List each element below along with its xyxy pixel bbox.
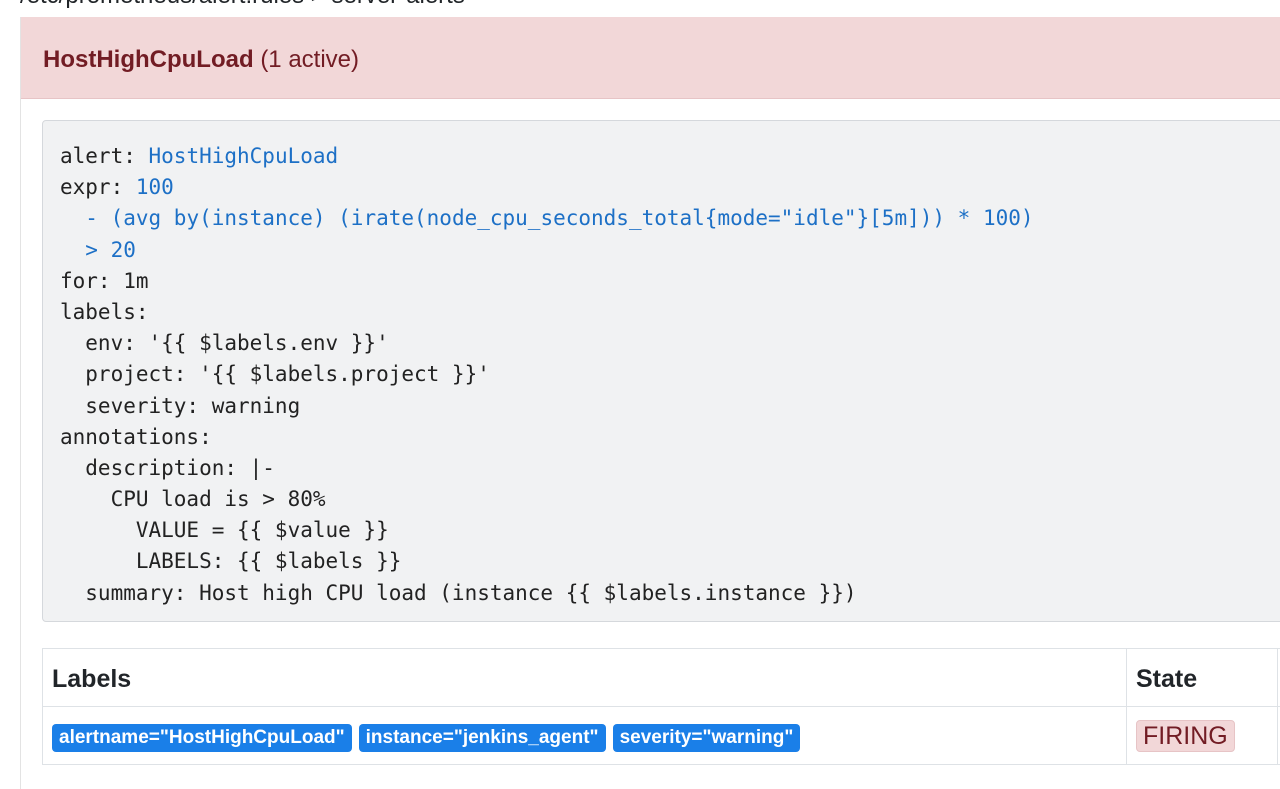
rule-line: env: '{{ $labels.env }}' — [60, 328, 1280, 359]
rule-line: - (avg by(instance) (irate(node_cpu_seco… — [60, 203, 1280, 234]
rule-definition: alert: HostHighCpuLoad expr: 100 - (avg b… — [42, 120, 1280, 622]
label-badge-alertname: alertname="HostHighCpuLoad" — [52, 724, 352, 752]
table-header-row: Labels State — [43, 649, 1280, 707]
rule-key: alert: — [60, 144, 149, 168]
rule-key: LABELS: {{ $labels }} — [60, 549, 402, 574]
state-column-header: State — [1136, 665, 1198, 693]
rule-line: project: '{{ $labels.project }}' — [60, 359, 1280, 390]
rule-key: CPU load is > 80% — [60, 487, 326, 512]
rule-key — [60, 206, 85, 230]
rule-key: env: '{{ $labels.env }}' — [60, 331, 389, 356]
rule-line: severity: warning — [60, 391, 1280, 422]
alerts-table: Labels State alertname="HostHighCpuLoad"… — [42, 648, 1280, 765]
rule-yaml: alert: HostHighCpuLoad expr: 100 - (avg b… — [60, 141, 1280, 609]
alert-name: HostHighCpuLoad — [43, 46, 254, 73]
state-badge: FIRING — [1136, 720, 1235, 752]
rule-value: 100 — [135, 175, 174, 200]
rule-key — [60, 238, 85, 262]
column-divider — [1277, 649, 1278, 765]
label-badges: alertname="HostHighCpuLoad" instance="je… — [52, 724, 801, 752]
rule-line: alert: HostHighCpuLoad — [60, 141, 1280, 172]
rule-key: labels: — [60, 299, 149, 324]
rule-value: > 20 — [85, 237, 136, 262]
rule-key: severity: warning — [60, 393, 301, 418]
column-divider — [1126, 649, 1127, 765]
table-row: alertname="HostHighCpuLoad" instance="je… — [43, 707, 1280, 765]
rule-key: VALUE = {{ $value }} — [60, 518, 389, 543]
rule-key: expr: — [60, 175, 136, 200]
rule-key: summary: Host high CPU load (instance {{… — [60, 580, 857, 605]
alert-active-count: (1 active) — [260, 46, 360, 73]
rule-line: > 20 — [60, 235, 1280, 266]
label-badge-severity: severity="warning" — [612, 724, 801, 752]
rule-line: VALUE = {{ $value }} — [60, 515, 1280, 546]
rule-line: summary: Host high CPU load (instance {{… — [60, 578, 1280, 609]
rule-key: for: 1m — [60, 268, 149, 293]
rule-file-path: /etc/prometheus/alert.rules > server-ale… — [20, 0, 465, 8]
rule-line: LABELS: {{ $labels }} — [60, 546, 1280, 577]
rule-value: - (avg by(instance) (irate(node_cpu_seco… — [85, 206, 1034, 231]
rule-key: project: '{{ $labels.project }}' — [60, 362, 490, 387]
rule-value: HostHighCpuLoad — [148, 144, 339, 168]
rule-line: labels: — [60, 297, 1280, 328]
rule-line: annotations: — [60, 422, 1280, 453]
labels-column-header: Labels — [52, 665, 132, 693]
rule-line: CPU load is > 80% — [60, 484, 1280, 515]
rule-line: expr: 100 — [60, 172, 1280, 203]
label-badge-instance: instance="jenkins_agent" — [358, 724, 606, 752]
alert-header[interactable]: HostHighCpuLoad (1 active) — [21, 17, 1280, 99]
rule-line: for: 1m — [60, 266, 1280, 297]
rule-line: description: |- — [60, 453, 1280, 484]
alert-title: HostHighCpuLoad (1 active) — [43, 46, 359, 74]
rule-key: description: |- — [60, 455, 275, 480]
rule-key: annotations: — [60, 424, 212, 449]
alert-panel: HostHighCpuLoad (1 active) alert: HostHi… — [20, 17, 1280, 789]
